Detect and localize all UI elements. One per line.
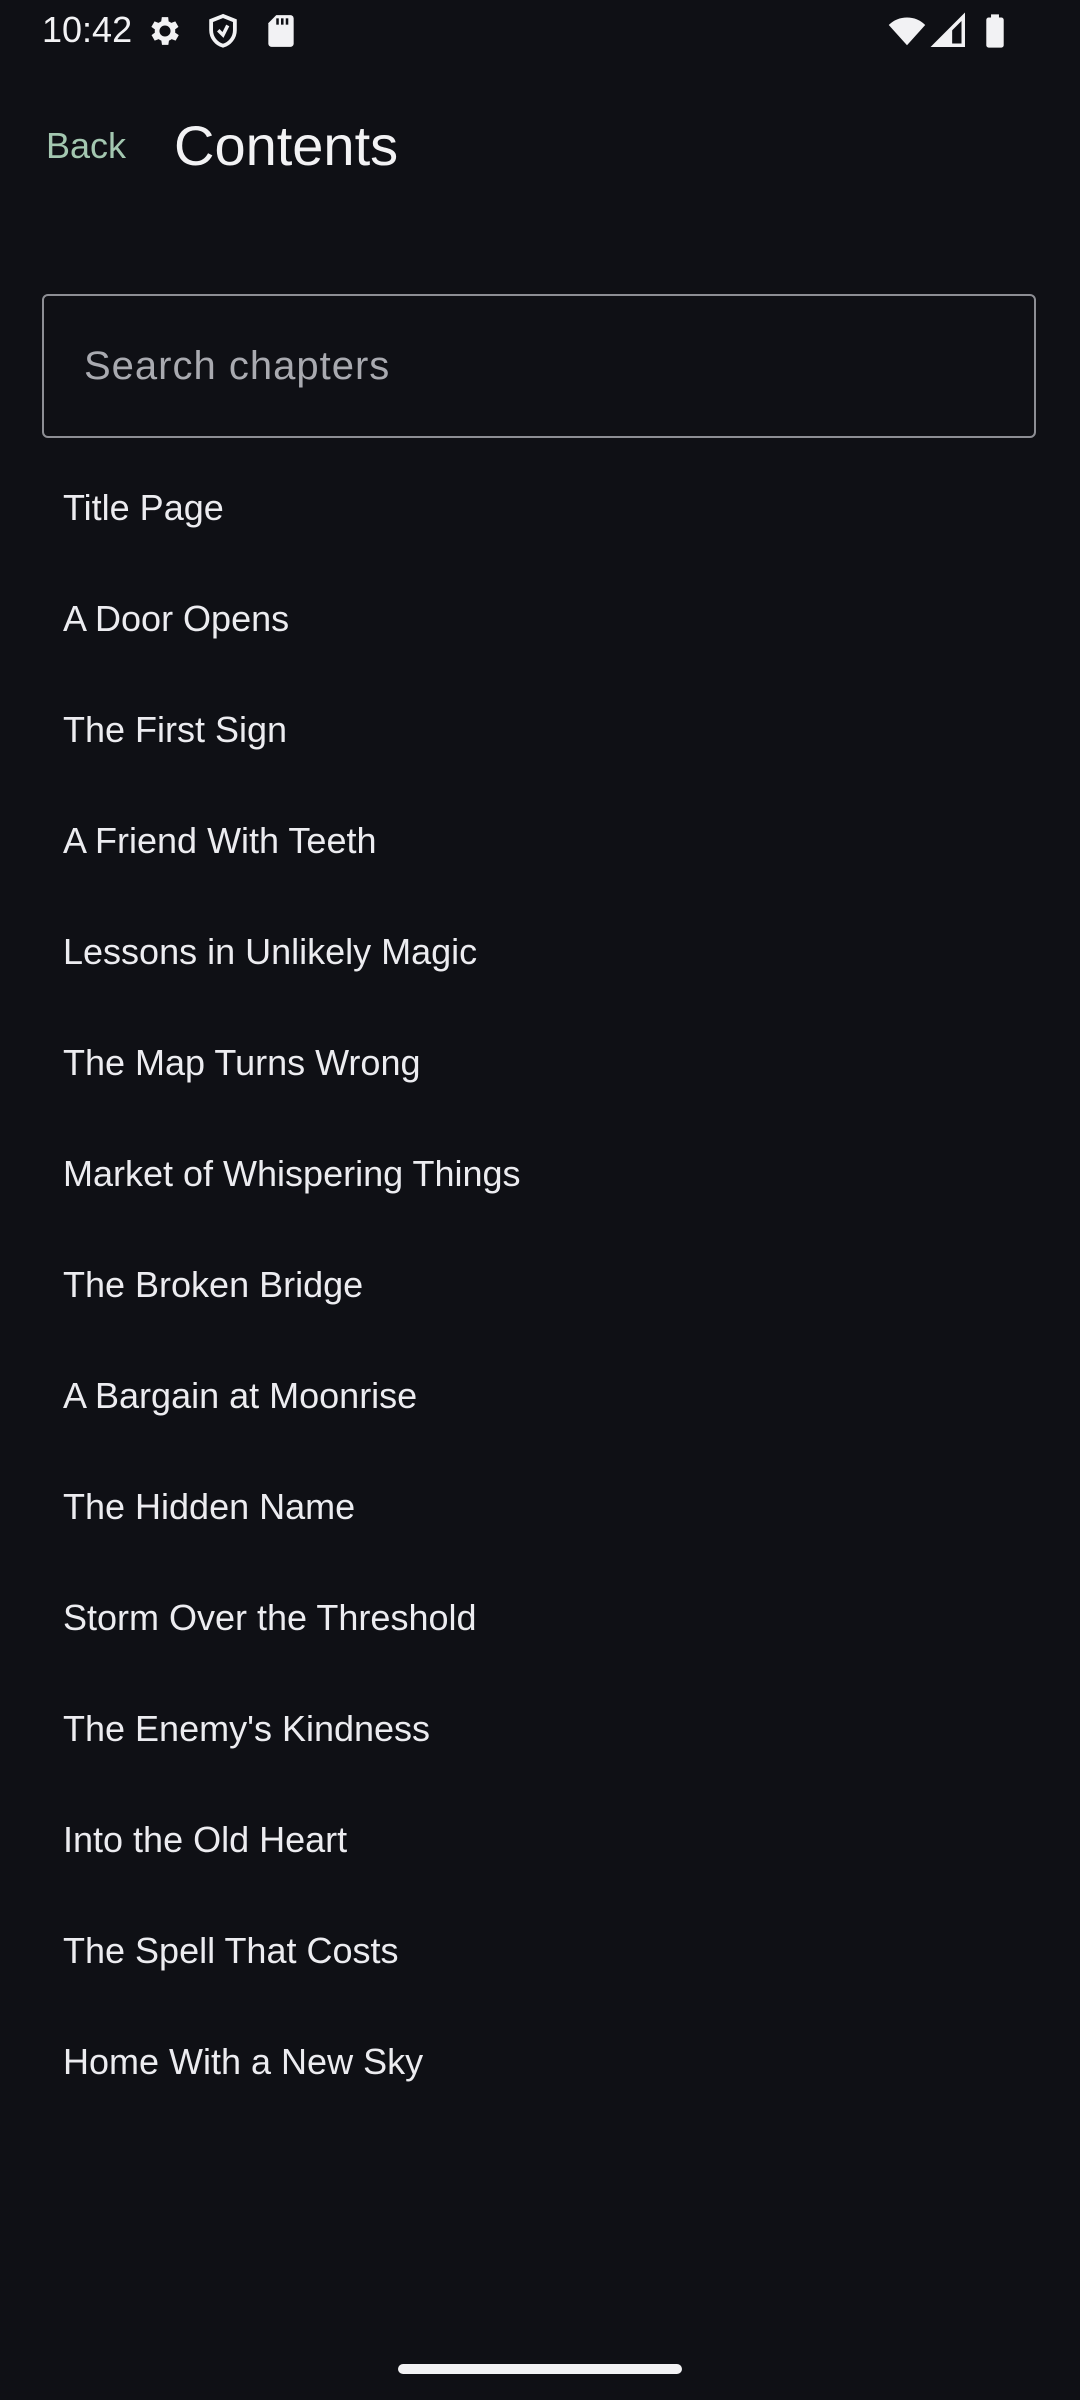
- shield-icon: [209, 13, 237, 48]
- chapter-item[interactable]: The Map Turns Wrong: [0, 1007, 1080, 1118]
- chapter-item[interactable]: The Broken Bridge: [0, 1229, 1080, 1340]
- gesture-nav-bar[interactable]: [398, 2364, 682, 2374]
- chapter-item[interactable]: Storm Over the Threshold: [0, 1562, 1080, 1673]
- gear-icon: [151, 17, 179, 45]
- status-time: 10:42: [42, 9, 133, 50]
- chapter-item[interactable]: A Bargain at Moonrise: [0, 1340, 1080, 1451]
- back-button[interactable]: Back: [46, 120, 126, 172]
- chapter-item[interactable]: Into the Old Heart: [0, 1784, 1080, 1895]
- battery-icon: [986, 14, 1004, 48]
- chapter-item[interactable]: Lessons in Unlikely Magic: [0, 896, 1080, 1007]
- chapter-item[interactable]: The Spell That Costs: [0, 1895, 1080, 2006]
- wifi-icon: [888, 17, 926, 46]
- chapter-item[interactable]: The First Sign: [0, 674, 1080, 785]
- chapter-item[interactable]: The Hidden Name: [0, 1451, 1080, 1562]
- chapter-list: Title Page A Door Opens The First Sign A…: [0, 452, 1080, 2117]
- chapter-item[interactable]: Title Page: [0, 452, 1080, 563]
- page-title: Contents: [174, 114, 399, 177]
- search-input[interactable]: [84, 296, 984, 436]
- chapter-item[interactable]: A Door Opens: [0, 563, 1080, 674]
- status-bar: 10:42: [0, 0, 1080, 62]
- sd-card-icon: [268, 15, 294, 47]
- chapter-item[interactable]: The Enemy's Kindness: [0, 1673, 1080, 1784]
- chapter-item[interactable]: Market of Whispering Things: [0, 1118, 1080, 1229]
- chapter-item[interactable]: Home With a New Sky: [0, 2006, 1080, 2117]
- cellular-signal-icon: [930, 12, 965, 47]
- chapter-item[interactable]: A Friend With Teeth: [0, 785, 1080, 896]
- search-field[interactable]: [42, 294, 1036, 438]
